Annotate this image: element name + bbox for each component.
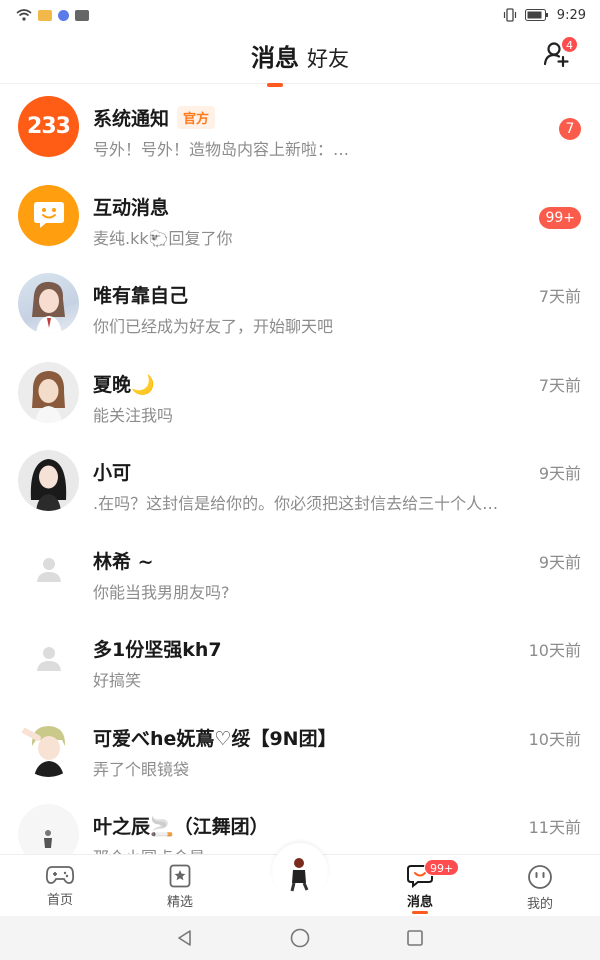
default-user-icon: [36, 646, 61, 671]
nav-active-indicator: [412, 911, 428, 914]
bottom-nav: 首页 精选 99+ 消息 我的: [0, 843, 600, 916]
conversation-preview: 弄了个眼镜袋: [93, 759, 190, 779]
conversation-preview: 号外！号外！造物岛内容上新啦：…: [93, 140, 350, 159]
nav-home-label: 首页: [46, 893, 73, 908]
unread-badge: 7: [559, 118, 581, 140]
gamepad-icon: [45, 866, 75, 884]
system-avatar: 233: [18, 96, 79, 157]
clock: 9:29: [556, 7, 586, 23]
default-user-icon: [36, 558, 61, 582]
tab-messages-label: 消息: [251, 44, 299, 72]
conversation-time: 9天前: [538, 552, 581, 572]
tab-friends[interactable]: 好友: [307, 43, 349, 73]
recents-icon[interactable]: [406, 929, 424, 947]
conversation-row[interactable]: 唯有靠自己 你们已经成为好友了，开始聊天吧 7天前: [0, 261, 600, 350]
back-icon[interactable]: [176, 929, 194, 947]
conversation-time: 10天前: [528, 729, 581, 749]
default-user-avatar: [18, 539, 79, 600]
conversation-name: 夏晚🌙: [93, 373, 155, 396]
nav-mine-label: 我的: [526, 897, 553, 912]
nav-featured-label: 精选: [166, 895, 193, 910]
vibrate-icon: [503, 8, 516, 22]
add-friend-badge: 4: [561, 36, 578, 53]
conversation-preview: 你们已经成为好友了，开始聊天吧: [93, 317, 334, 336]
conversation-row[interactable]: 多1份坚强kh7 好搞笑 10天前: [0, 615, 600, 704]
nav-center-avatar[interactable]: [240, 843, 360, 916]
user-avatar: [18, 804, 79, 854]
chat-smile-icon: [33, 202, 64, 228]
conversation-row[interactable]: 夏晚🌙 能关注我吗 7天前: [0, 350, 600, 439]
official-tag: 官方: [177, 106, 216, 129]
smile-icon: [528, 865, 552, 889]
conversation-time: 10天前: [528, 641, 581, 660]
conversation-row-interaction[interactable]: 互动消息 麦纯.kk🐑回复了你 99+: [0, 173, 600, 262]
conversation-time: 7天前: [538, 375, 581, 395]
conversation-row[interactable]: 林希 ~ 你能当我男朋友吗? 9天前: [0, 527, 600, 616]
conversation-preview: 麦纯.kk🐑回复了你: [93, 228, 233, 248]
add-friend-button[interactable]: 4: [542, 36, 578, 68]
nav-messages[interactable]: 99+ 消息: [360, 855, 480, 916]
conversation-preview: 能关注我吗: [93, 405, 174, 425]
conversation-time: 7天前: [538, 287, 581, 306]
conversation-name: 小可: [93, 462, 132, 484]
conversation-name: 多1份坚强kh7: [93, 639, 222, 661]
conversation-row[interactable]: 小可 .在吗？这封信是给你的。你必须把这封信去给三十个人… 9天前: [0, 438, 600, 527]
interaction-avatar: [18, 184, 79, 246]
nav-featured[interactable]: 精选: [120, 855, 240, 916]
default-user-avatar: [18, 627, 79, 688]
user-avatar: [18, 715, 79, 777]
conversation-row[interactable]: 可爱べhe妩蔦♡绥【9N团】 弄了个眼镜袋 10天前: [0, 704, 600, 793]
system-nav-bar: [0, 916, 600, 960]
tab-messages[interactable]: 消息: [251, 38, 299, 87]
conversation-name: 叶之辰🚬（江舞团）: [93, 816, 269, 838]
conversation-preview: 好搞笑: [93, 671, 142, 690]
conversation-time: 9天前: [538, 464, 581, 483]
nav-home[interactable]: 首页: [0, 855, 120, 916]
conversation-list[interactable]: 233 系统通知 官方 号外！号外！造物岛内容上新啦：… 7 互动消息 麦纯.k…: [0, 84, 600, 854]
system-avatar-text: 233: [27, 114, 71, 139]
star-icon: [169, 864, 191, 888]
nav-mine[interactable]: 我的: [480, 855, 600, 916]
conversation-time: 11天前: [528, 818, 581, 837]
home-circle-icon[interactable]: [290, 928, 310, 948]
wifi-icon: [16, 9, 32, 21]
user-avatar: [18, 450, 79, 511]
nav-messages-badge: 99+: [424, 859, 460, 876]
conversation-name: 唯有靠自己: [93, 285, 189, 307]
top-header: 消息 好友 4: [0, 30, 600, 87]
conversation-row-system[interactable]: 233 系统通知 官方 号外！号外！造物岛内容上新啦：… 7: [0, 84, 600, 173]
conversation-preview: 你能当我男朋友吗?: [93, 582, 230, 602]
conversation-name: 互动消息: [93, 196, 170, 219]
nav-messages-label: 消息: [406, 895, 433, 910]
notification-image-icon: [75, 9, 89, 21]
notification-app-icon: [38, 9, 52, 21]
battery-icon: [524, 9, 548, 21]
notification-music-icon: [58, 9, 69, 21]
conversation-name: 系统通知: [93, 108, 170, 130]
user-avatar: [18, 273, 79, 334]
conversation-name: 可爱べhe妩蔦♡绥【9N团】: [93, 727, 337, 750]
center-avatar: [272, 843, 328, 899]
conversation-name: 林希 ~: [93, 550, 154, 573]
status-bar: 9:29: [0, 0, 600, 30]
unread-badge-pill: 99+: [539, 206, 581, 229]
user-avatar: [18, 361, 79, 423]
conversation-preview: .在吗？这封信是给你的。你必须把这封信去给三十个人…: [93, 494, 499, 513]
